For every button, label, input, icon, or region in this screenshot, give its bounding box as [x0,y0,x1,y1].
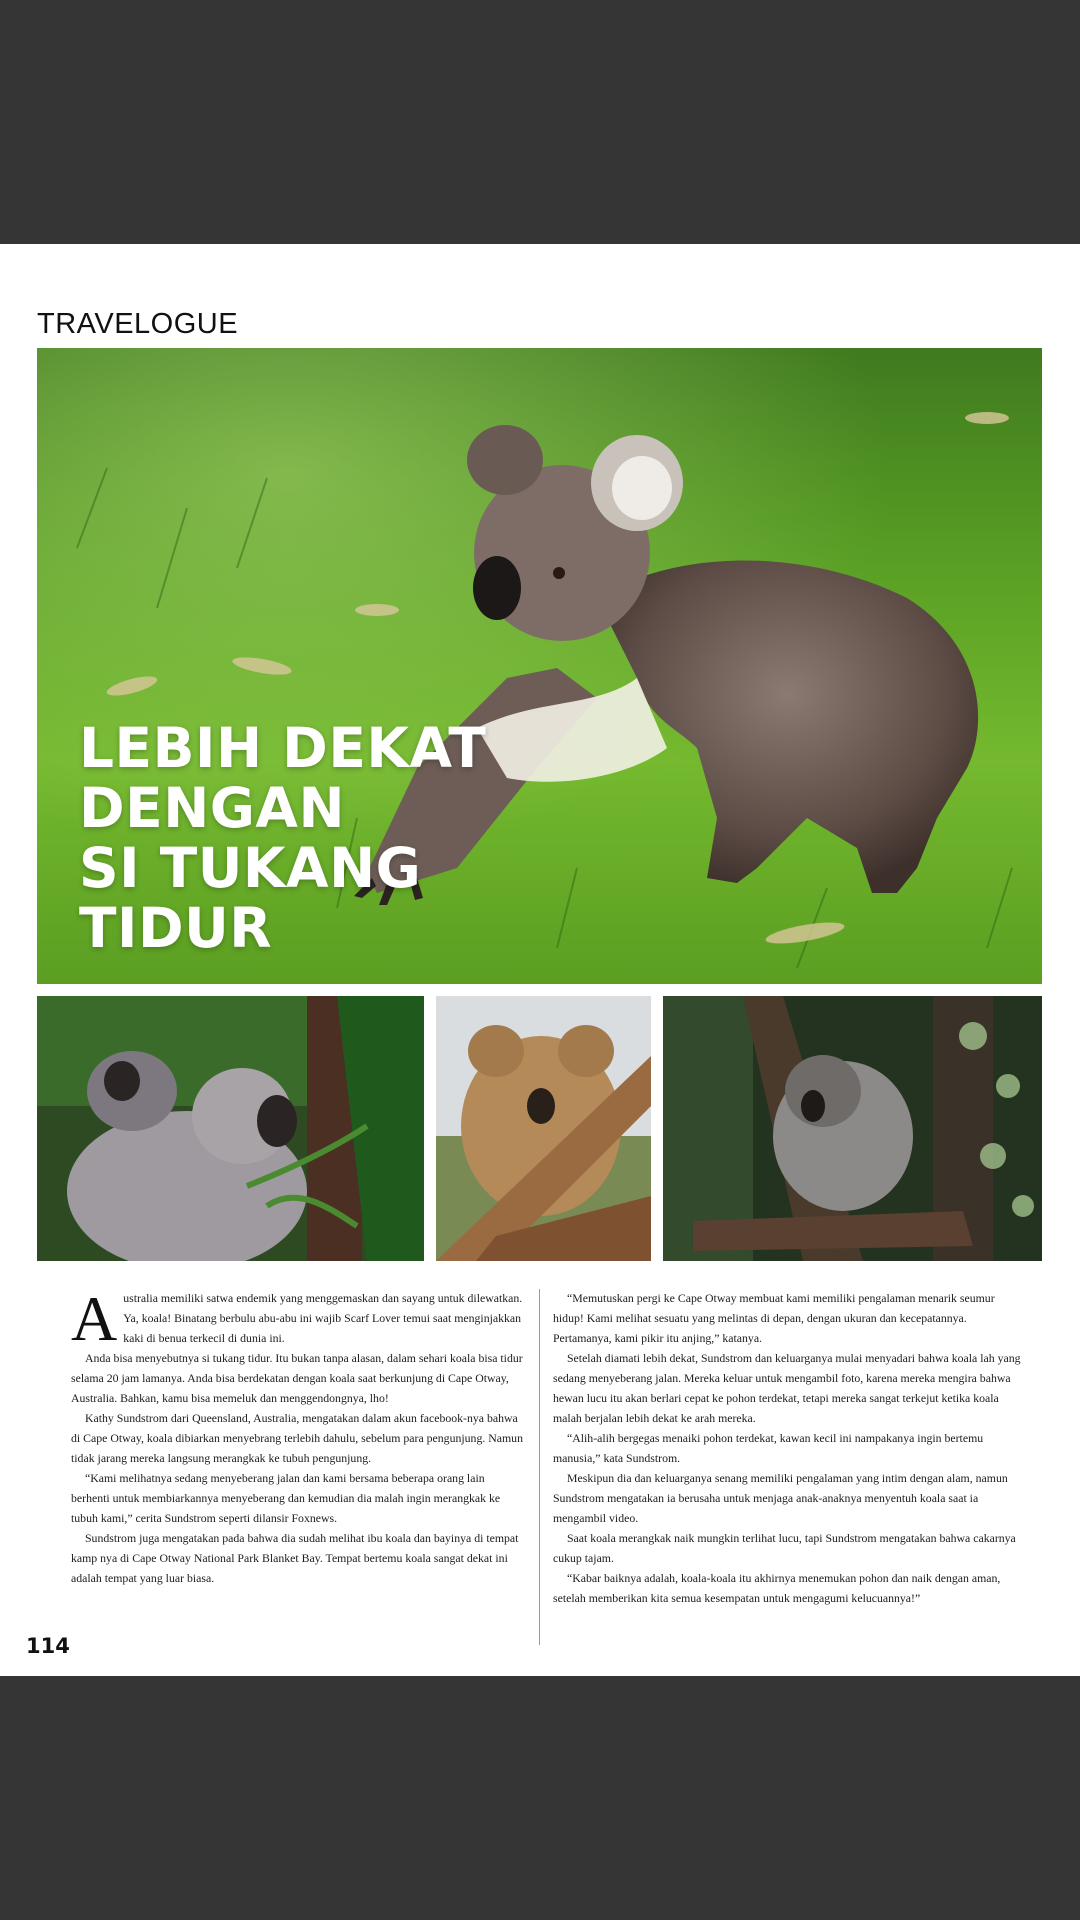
hero-title-line: DENGAN [79,776,345,840]
article-paragraph: “Kabar baiknya adalah, koala-koala itu a… [553,1571,1001,1605]
article-paragraph: Kathy Sundstrom dari Queensland, Austral… [71,1411,523,1465]
article-paragraph: Sundstrom juga mengatakan pada bahwa dia… [71,1531,519,1585]
article-paragraph: “Alih-alih bergegas menaiki pohon terdek… [553,1431,984,1465]
article-column-right: “Memutuskan pergi ke Cape Otway membuat … [553,1288,1023,1608]
section-label: TRAVELOGUE [37,308,239,340]
hero-title-line: LEBIH DEKAT [79,716,487,780]
article-paragraph: “Kami melihatnya sedang menyeberang jala… [71,1471,501,1525]
thumbnail-mother-koala [37,996,424,1261]
article-paragraph: Australia memiliki satwa endemik yang me… [71,1283,523,1354]
article-paragraph: Anda bisa menyebutnya si tukang tidur. I… [71,1351,523,1405]
page-number: 114 [26,1634,70,1658]
article-paragraph: Saat koala merangkak naik mungkin terlih… [553,1531,1016,1565]
thumbnail-sleeping-koala [436,996,651,1261]
article-paragraph: Meskipun dia dan keluarganya senang memi… [553,1471,1008,1525]
magazine-page: TRAVELOGUE LEBIH DEKAT DENGAN SI TUKANG … [0,244,1080,1676]
article-paragraph: “Memutuskan pergi ke Cape Otway membuat … [553,1291,995,1345]
drop-cap: A [71,1283,118,1354]
article-column-left: Australia memiliki satwa endemik yang me… [71,1283,526,1588]
column-divider [539,1289,540,1645]
hero-title-line: TIDUR [79,896,273,960]
hero-title-line: SI TUKANG [79,836,422,900]
hero-image: LEBIH DEKAT DENGAN SI TUKANG TIDUR [37,348,1042,984]
thumbnail-tree-koala [663,996,1042,1261]
article-paragraph: Setelah diamati lebih dekat, Sundstrom d… [553,1351,1021,1425]
hero-title: LEBIH DEKAT DENGAN SI TUKANG TIDUR [79,718,499,958]
